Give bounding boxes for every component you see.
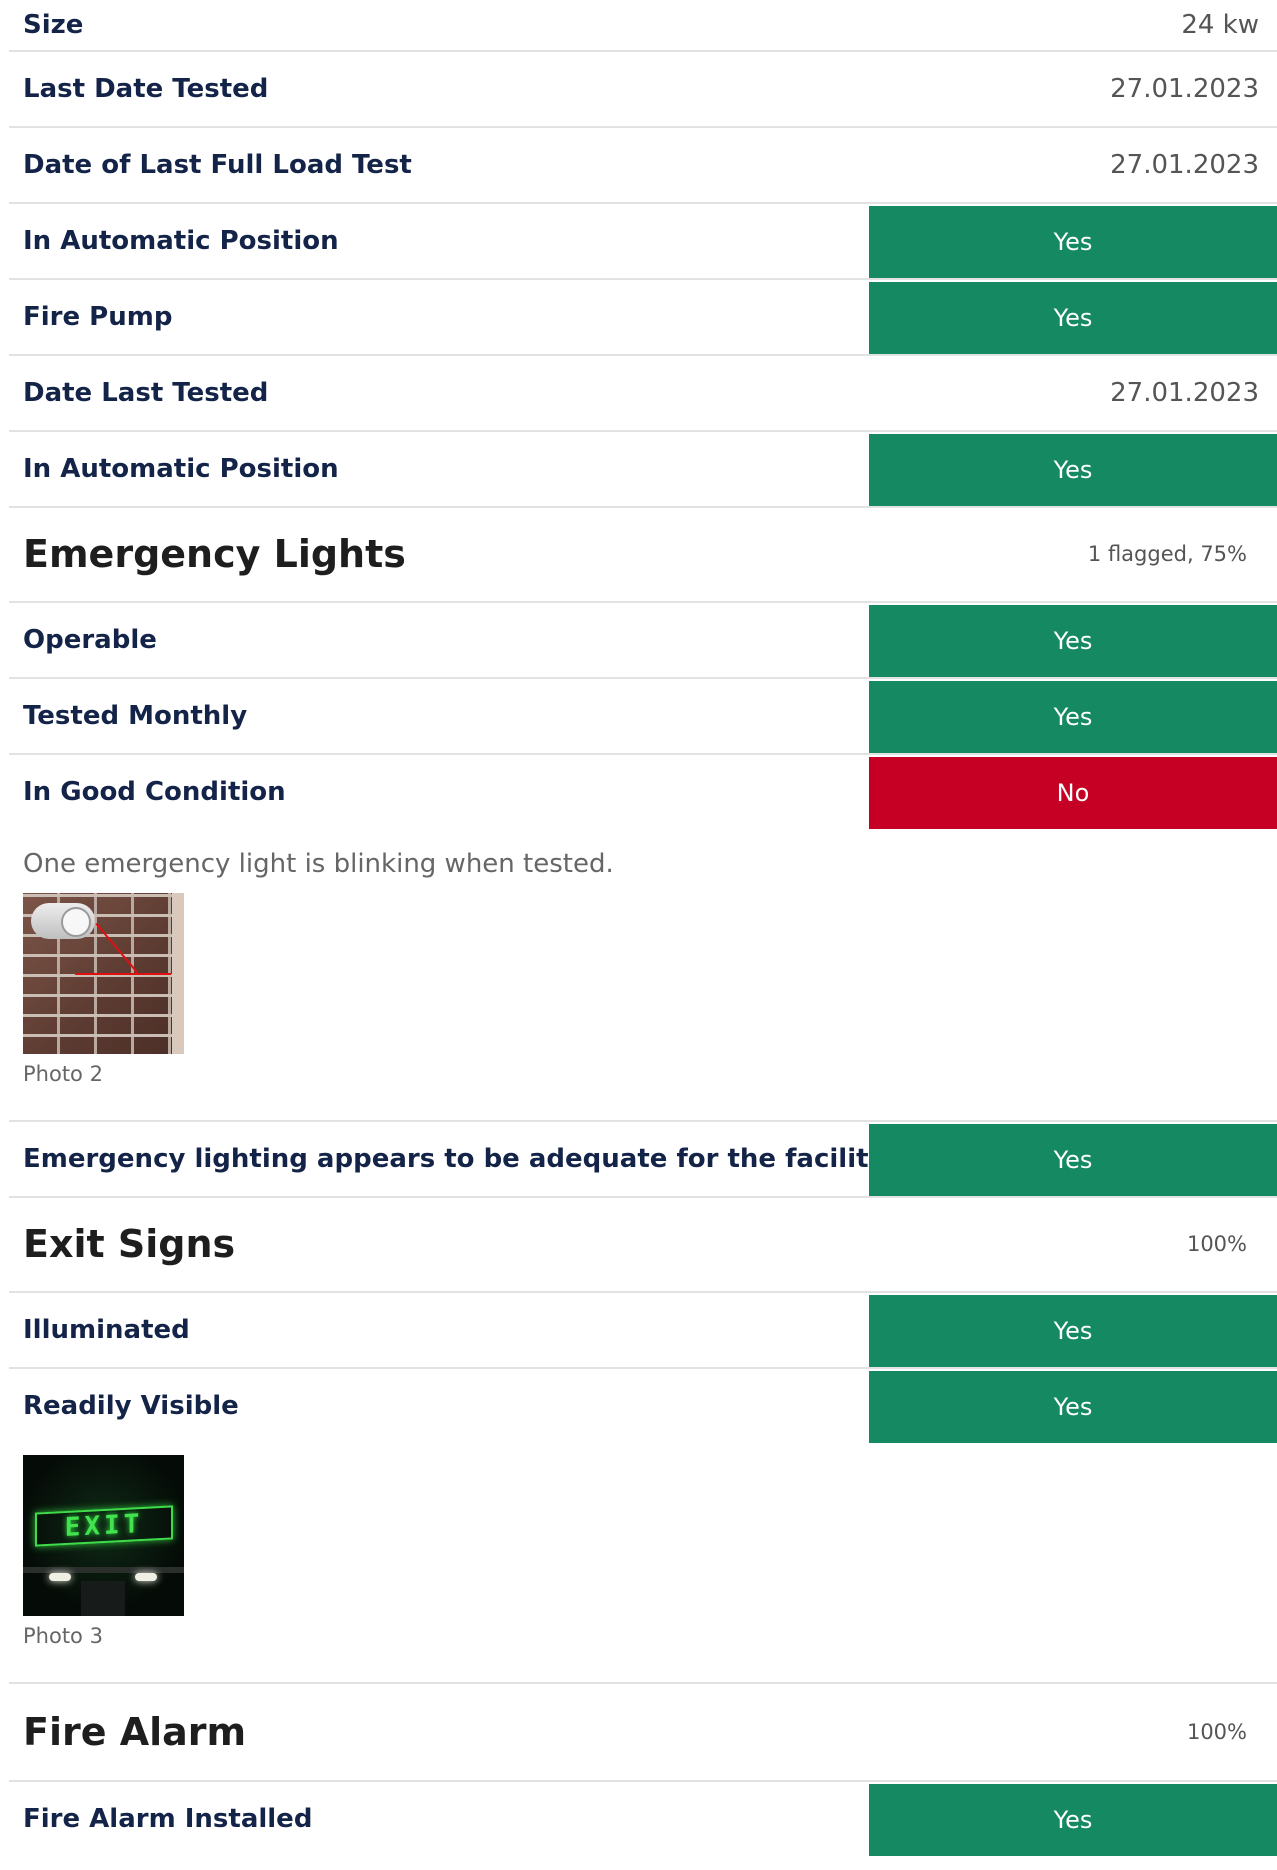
exit-sign: EXIT <box>35 1505 173 1547</box>
section-score: 1 flagged, 75% <box>1087 542 1247 566</box>
photo-block: Photo 2 <box>9 893 1277 1086</box>
inspection-report: Size 24 kw Last Date Tested 27.01.2023 D… <box>9 0 1277 1856</box>
row-tested-monthly: Tested Monthly Yes <box>9 679 1277 755</box>
section-score: 100% <box>1186 1720 1247 1744</box>
section-fire-alarm: Fire Alarm 100% <box>9 1684 1277 1782</box>
row-in-automatic-position-2: In Automatic Position Yes <box>9 432 1277 508</box>
divider <box>9 1648 1277 1684</box>
row-label: In Good Condition <box>23 777 286 807</box>
answer-badge-yes: Yes <box>869 1124 1277 1196</box>
answer-badge-yes: Yes <box>869 282 1277 354</box>
row-date-last-full-load-test: Date of Last Full Load Test 27.01.2023 <box>9 128 1277 204</box>
photo-block: EXIT Photo 3 <box>9 1443 1277 1648</box>
row-label: Date of Last Full Load Test <box>23 150 412 180</box>
section-score: 100% <box>1186 1232 1247 1256</box>
row-label: In Automatic Position <box>23 454 339 484</box>
row-value: 27.01.2023 <box>1110 150 1259 180</box>
row-label: Last Date Tested <box>23 74 269 104</box>
photo-thumbnail[interactable]: EXIT <box>23 1455 184 1616</box>
annotation-arrow <box>95 923 139 974</box>
answer-badge-yes: Yes <box>869 681 1277 753</box>
row-value: 27.01.2023 <box>1110 378 1259 408</box>
row-illuminated: Illuminated Yes <box>9 1293 1277 1369</box>
row-date-last-tested: Date Last Tested 27.01.2023 <box>9 356 1277 432</box>
section-exit-signs: Exit Signs 100% <box>9 1198 1277 1293</box>
inspection-note: One emergency light is blinking when tes… <box>23 849 614 879</box>
row-label: In Automatic Position <box>23 226 339 256</box>
answer-badge-yes: Yes <box>869 206 1277 278</box>
divider <box>9 1086 1277 1122</box>
row-fire-pump: Fire Pump Yes <box>9 280 1277 356</box>
wall-pillar <box>172 893 184 1054</box>
answer-badge-yes: Yes <box>869 1371 1277 1443</box>
ceiling-lamp <box>49 1573 71 1581</box>
ceiling-lamp <box>135 1573 157 1581</box>
doorway <box>81 1581 125 1616</box>
row-size: Size 24 kw <box>9 0 1277 52</box>
row-label: Fire Pump <box>23 302 173 332</box>
answer-badge-no: No <box>869 757 1277 829</box>
row-emergency-lighting-adequate: Emergency lighting appears to be adequat… <box>9 1122 1277 1198</box>
answer-badge-yes: Yes <box>869 605 1277 677</box>
ceiling <box>23 1567 184 1573</box>
row-label: Operable <box>23 625 157 655</box>
row-last-date-tested: Last Date Tested 27.01.2023 <box>9 52 1277 128</box>
section-title: Emergency Lights <box>23 532 406 576</box>
row-readily-visible: Readily Visible Yes <box>9 1369 1277 1443</box>
photo-caption: Photo 2 <box>23 1062 103 1086</box>
row-in-automatic-position: In Automatic Position Yes <box>9 204 1277 280</box>
row-label: Illuminated <box>23 1315 190 1345</box>
row-label: Readily Visible <box>23 1391 239 1421</box>
section-emergency-lights: Emergency Lights 1 flagged, 75% <box>9 508 1277 603</box>
answer-badge-yes: Yes <box>869 1784 1277 1856</box>
row-label: Fire Alarm Installed <box>23 1804 313 1834</box>
row-value: 24 kw <box>1181 10 1259 40</box>
answer-badge-yes: Yes <box>869 434 1277 506</box>
section-title: Exit Signs <box>23 1222 236 1266</box>
lamp-icon <box>61 907 91 937</box>
row-label: Emergency lighting appears to be adequat… <box>23 1144 886 1174</box>
row-fire-alarm-installed: Fire Alarm Installed Yes <box>9 1782 1277 1856</box>
annotation-line <box>75 973 171 975</box>
row-label: Date Last Tested <box>23 378 269 408</box>
photo-thumbnail[interactable] <box>23 893 184 1054</box>
row-operable: Operable Yes <box>9 603 1277 679</box>
section-title: Fire Alarm <box>23 1710 247 1754</box>
answer-badge-yes: Yes <box>869 1295 1277 1367</box>
photo-caption: Photo 3 <box>23 1624 103 1648</box>
row-label: Tested Monthly <box>23 701 248 731</box>
row-label: Size <box>23 10 84 40</box>
row-in-good-condition: In Good Condition No <box>9 755 1277 829</box>
row-value: 27.01.2023 <box>1110 74 1259 104</box>
